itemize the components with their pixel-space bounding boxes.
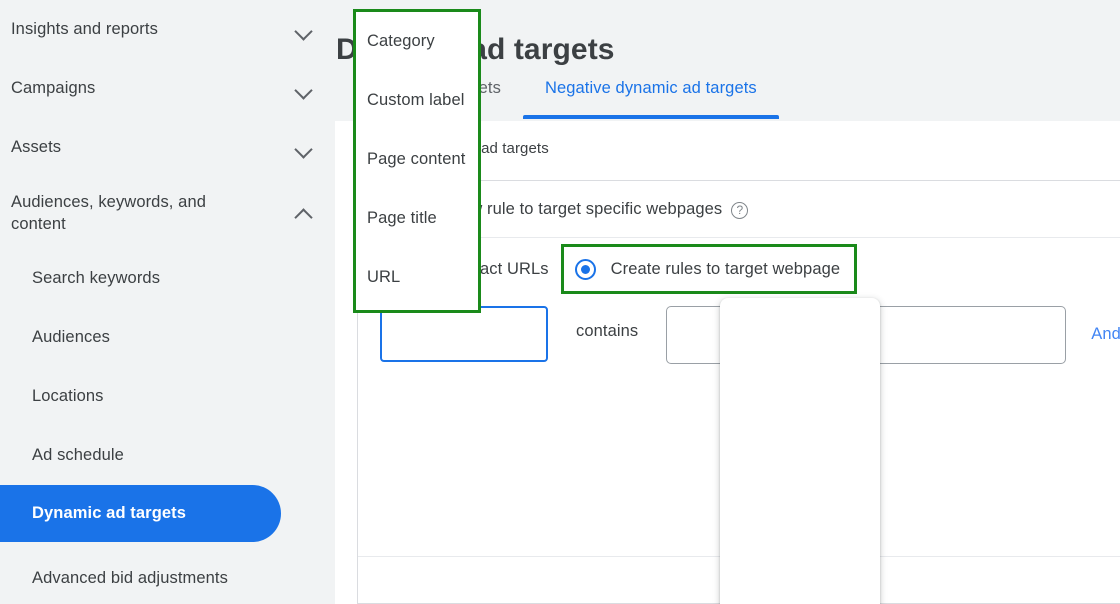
sidebar: Insights and reports Campaigns Assets Au… <box>0 0 335 604</box>
radio-label: Create rules to target webpage <box>610 259 841 278</box>
sidebar-item-label: Advanced bid adjustments <box>32 568 228 587</box>
rule-field-select-shell <box>380 306 548 362</box>
sidebar-item-search-keywords[interactable]: Search keywords <box>0 249 335 308</box>
sidebar-item-locations[interactable]: Locations <box>0 367 335 426</box>
radio-selected-icon <box>574 258 596 280</box>
sidebar-group-label: Insights and reports <box>11 20 158 39</box>
chevron-down-icon <box>295 21 313 39</box>
main-content: Dynamic ad targets Dynamic ad targets Ne… <box>335 0 1120 604</box>
dropdown-option-page-content[interactable]: Page content <box>356 130 478 189</box>
sidebar-item-label: Search keywords <box>32 269 161 287</box>
rule-field-dropdown-list: Category Custom label Page content Page … <box>353 9 481 313</box>
chevron-up-icon <box>295 204 313 222</box>
dropdown-option-label: Category <box>367 32 435 50</box>
dropdown-option-page-title[interactable]: Page title <box>356 189 478 248</box>
sidebar-item-label: Ad schedule <box>32 446 124 464</box>
radio-option-create-rules-to-target-webpage[interactable]: Create rules to target webpage <box>560 244 858 294</box>
add-and-condition-link[interactable]: And <box>1091 325 1120 344</box>
dropdown-option-url[interactable]: URL <box>356 248 478 307</box>
rule-field-select[interactable] <box>380 306 548 362</box>
dropdown-option-label: Page content <box>367 150 466 168</box>
app-root: Insights and reports Campaigns Assets Au… <box>0 0 1120 604</box>
sidebar-item-label: Locations <box>32 387 104 405</box>
help-circle-icon[interactable]: ? <box>731 201 749 219</box>
sidebar-group-label: Assets <box>11 138 62 157</box>
dropdown-option-label: Page title <box>367 209 437 227</box>
sidebar-item-audiences[interactable]: Audiences <box>0 308 335 367</box>
sidebar-group-audiences-keywords-and-content[interactable]: Audiences, keywords, and content <box>0 177 335 249</box>
sidebar-group-insights-and-reports[interactable]: Insights and reports <box>0 0 335 59</box>
tab-negative-dynamic-ad-targets[interactable]: Negative dynamic ad targets <box>522 70 779 121</box>
sidebar-item-dynamic-ad-targets[interactable]: Dynamic ad targets <box>0 485 281 542</box>
sidebar-item-advanced-bid-adjustments[interactable]: Advanced bid adjustments <box>0 542 335 604</box>
sidebar-item-label: Dynamic ad targets <box>32 504 187 522</box>
sidebar-group-label: Campaigns <box>11 79 96 98</box>
dropdown-option-label: URL <box>367 268 401 286</box>
chevron-down-icon <box>295 80 313 98</box>
tab-label: Negative dynamic ad targets <box>544 79 757 97</box>
rule-field-dropdown-panel <box>720 298 880 604</box>
dropdown-option-label: Custom label <box>367 91 465 109</box>
dropdown-option-custom-label[interactable]: Custom label <box>356 71 478 130</box>
chevron-down-icon <box>295 139 313 157</box>
rule-operator-label: contains <box>576 322 639 340</box>
dropdown-option-category[interactable]: Category <box>356 12 478 71</box>
sidebar-group-assets[interactable]: Assets <box>0 118 335 177</box>
sidebar-item-label: Audiences <box>32 328 110 346</box>
sidebar-group-label: Audiences, keywords, and content <box>11 192 207 233</box>
sidebar-item-ad-schedule[interactable]: Ad schedule <box>0 426 335 485</box>
sidebar-group-campaigns[interactable]: Campaigns <box>0 59 335 118</box>
